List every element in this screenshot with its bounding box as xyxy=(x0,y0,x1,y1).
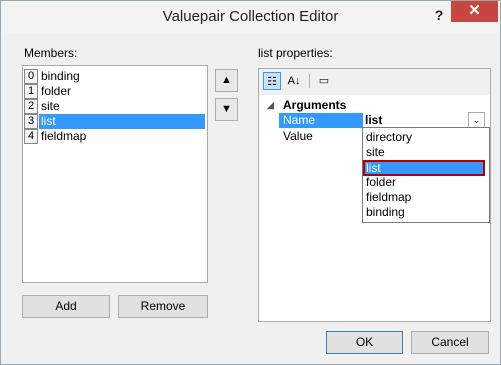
property-row-name[interactable]: Name list xyxy=(279,113,490,128)
help-button[interactable]: ? xyxy=(429,5,449,25)
member-index: 1 xyxy=(24,84,38,99)
close-button[interactable]: ✕ xyxy=(451,1,498,22)
properties-label: list properties: xyxy=(258,46,333,60)
category-arguments[interactable]: ◢ Arguments xyxy=(259,97,490,113)
toolbar-separator xyxy=(309,74,310,88)
title-bar: Valuepair Collection Editor ? ✕ xyxy=(1,1,500,33)
remove-button[interactable]: Remove xyxy=(118,295,208,318)
collapse-icon[interactable]: ◢ xyxy=(267,97,274,113)
cancel-button[interactable]: Cancel xyxy=(411,331,489,354)
alphabetical-sort-icon[interactable]: A↓ xyxy=(285,72,303,90)
member-item-fieldmap[interactable]: 4 fieldmap xyxy=(23,129,207,144)
members-list[interactable]: 0 binding 1 folder 2 site 3 list 4 field… xyxy=(22,65,208,283)
member-item-list[interactable]: 3 list xyxy=(23,114,207,129)
property-name: Value xyxy=(283,129,313,143)
member-name: folder xyxy=(41,84,72,98)
dropdown-arrow-icon[interactable]: ⌄ xyxy=(468,112,485,128)
member-item-binding[interactable]: 0 binding xyxy=(23,69,207,84)
move-up-button[interactable]: ▲ xyxy=(215,69,238,92)
member-item-site[interactable]: 2 site xyxy=(23,99,207,114)
dropdown-option[interactable]: fieldmap xyxy=(365,190,486,205)
member-name: binding xyxy=(41,69,80,83)
move-down-button[interactable]: ▼ xyxy=(215,98,238,121)
member-index: 0 xyxy=(24,69,38,84)
member-name: site xyxy=(41,99,60,113)
dropdown-option[interactable]: folder xyxy=(365,175,486,190)
member-name: list xyxy=(39,114,205,129)
category-label: Arguments xyxy=(283,98,347,112)
dropdown-option[interactable]: binding xyxy=(365,205,486,220)
property-toolbar: ☷ A↓ ▭ xyxy=(259,69,490,94)
dialog-title: Valuepair Collection Editor xyxy=(162,8,339,25)
dropdown-option[interactable]: directory xyxy=(365,130,486,145)
ok-button[interactable]: OK xyxy=(326,331,403,354)
categorized-icon[interactable]: ☷ xyxy=(263,72,281,90)
dropdown-option[interactable]: site xyxy=(365,145,486,160)
add-button[interactable]: Add xyxy=(22,295,110,318)
arrow-down-icon: ▼ xyxy=(221,103,232,115)
member-item-folder[interactable]: 1 folder xyxy=(23,84,207,99)
members-label: Members: xyxy=(24,46,78,60)
dialog-window: Valuepair Collection Editor ? ✕ Members:… xyxy=(0,0,501,365)
member-index: 4 xyxy=(24,129,38,144)
property-pages-icon[interactable]: ▭ xyxy=(315,72,333,90)
member-index: 2 xyxy=(24,99,38,114)
member-index: 3 xyxy=(24,114,38,129)
property-name: Name xyxy=(279,113,363,128)
arrow-up-icon: ▲ xyxy=(221,74,232,86)
value-dropdown-list[interactable]: directory site list folder fieldmap bind… xyxy=(362,127,490,223)
member-name: fieldmap xyxy=(41,129,87,143)
dropdown-option-selected[interactable]: list xyxy=(363,160,485,176)
